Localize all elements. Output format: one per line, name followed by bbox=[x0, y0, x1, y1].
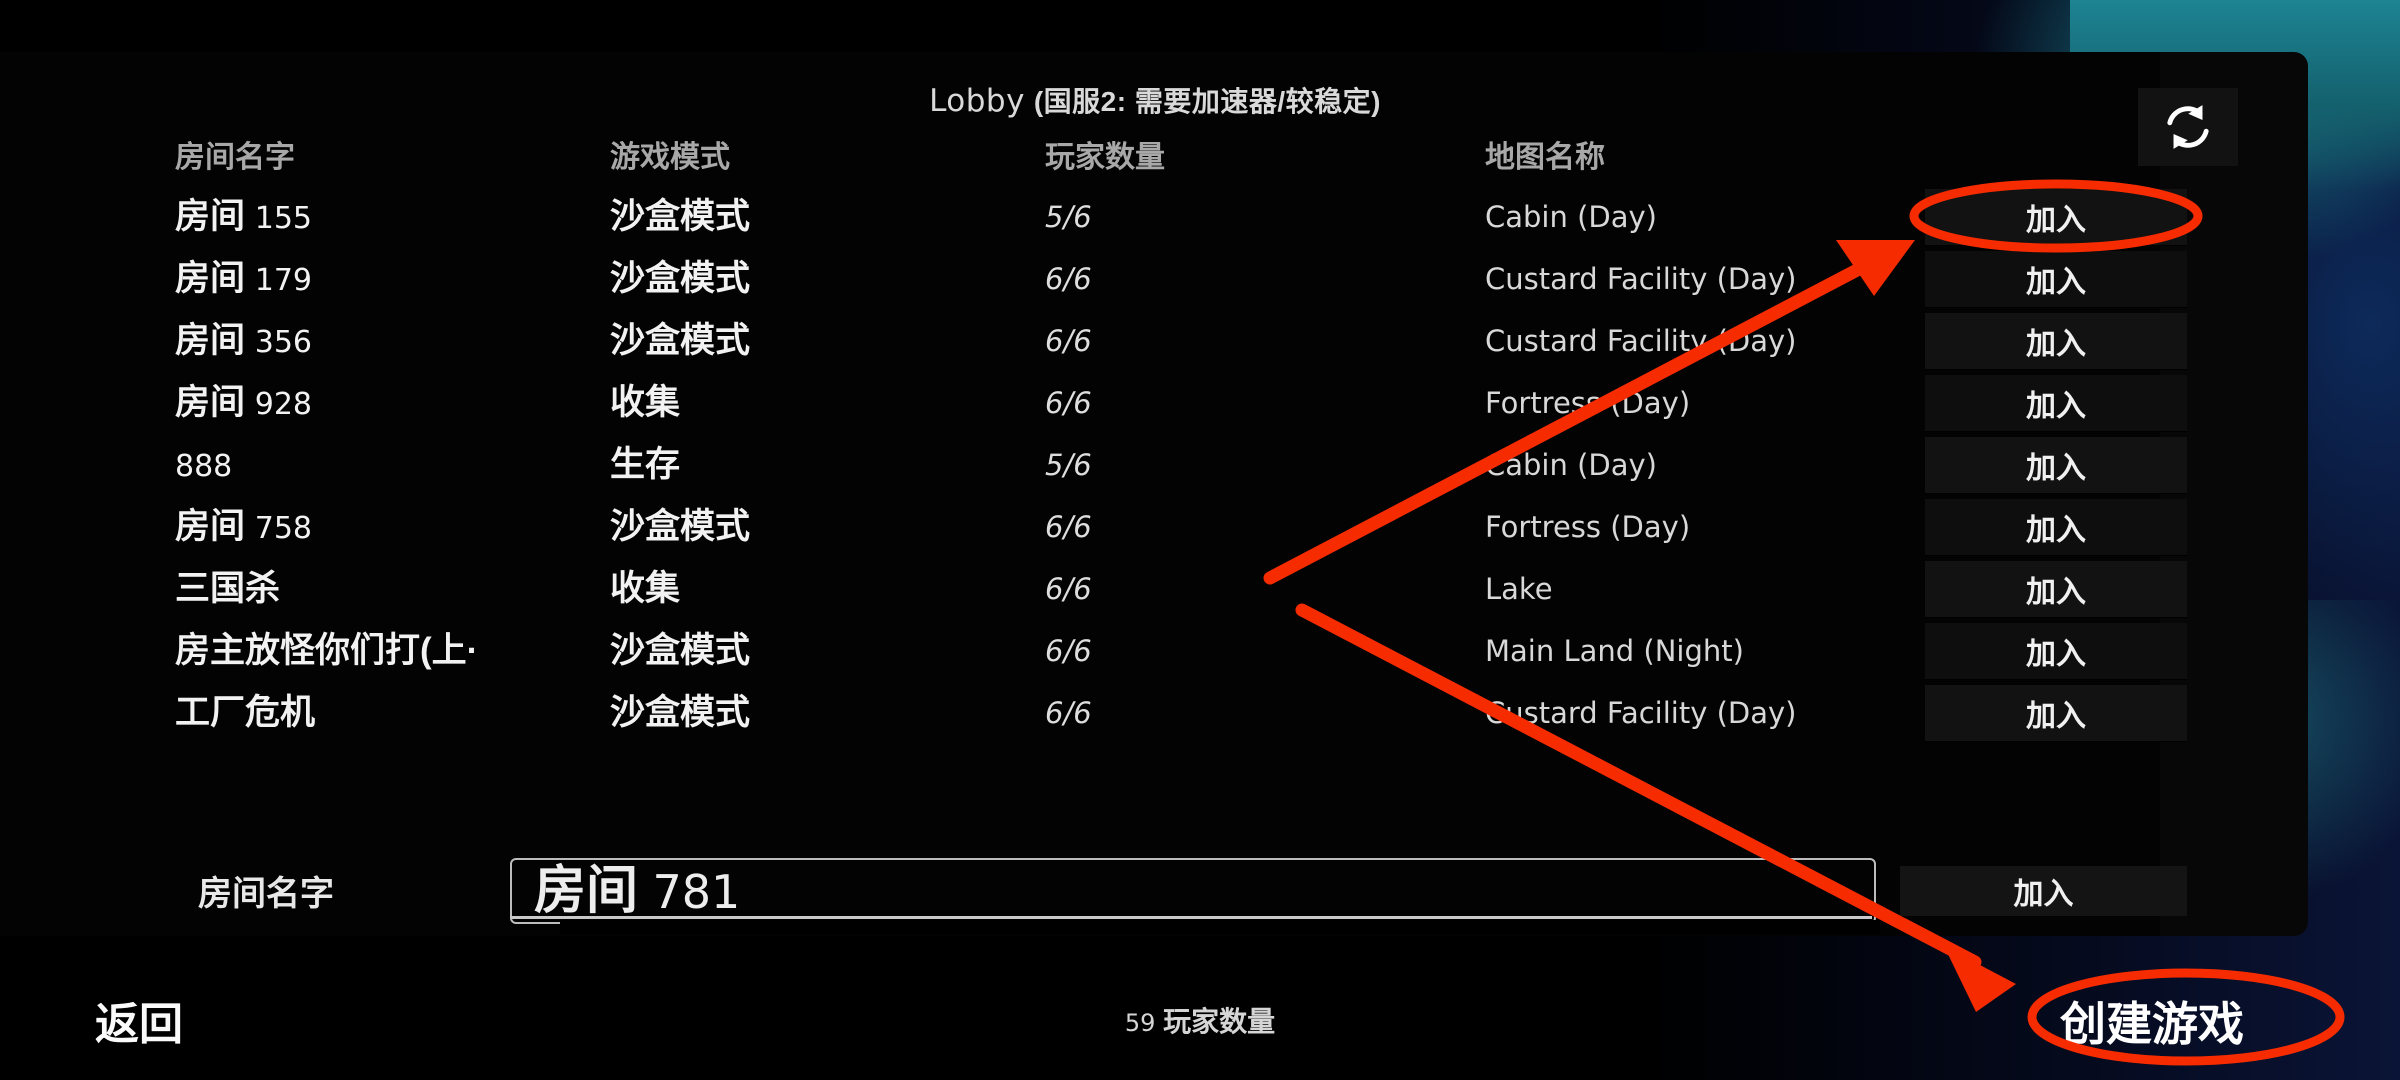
game-mode-cell: 沙盒模式 bbox=[610, 321, 751, 360]
room-name-value-number: 781 bbox=[652, 865, 741, 919]
column-header-player-count: 玩家数量 bbox=[1045, 141, 1165, 174]
room-name-cell: 房间 155 bbox=[175, 186, 595, 248]
game-mode-cell: 沙盒模式 bbox=[610, 259, 751, 298]
table-row: 房主放怪你们打(上· 沙盒模式 6/6 Main Land (Night) 加入 bbox=[0, 620, 2348, 682]
form-join-button[interactable]: 加入 bbox=[1900, 866, 2187, 916]
player-count-cell: 6/6 bbox=[1045, 386, 1092, 420]
table-row: 888 生存 5/6 Cabin (Day) 加入 bbox=[0, 434, 2348, 496]
game-mode-cell: 收集 bbox=[610, 569, 681, 608]
map-name-cell: Lake bbox=[1485, 572, 1553, 606]
table-row: 房间 179 沙盒模式 6/6 Custard Facility (Day) 加入 bbox=[0, 248, 2348, 310]
player-count-cell: 5/6 bbox=[1045, 200, 1092, 234]
map-name-cell: Cabin (Day) bbox=[1485, 200, 1657, 234]
room-name-prefix: 房主放怪你们打(上· bbox=[175, 631, 479, 670]
column-header-game-mode: 游戏模式 bbox=[610, 141, 730, 174]
column-header-room-name: 房间名字 bbox=[175, 141, 295, 174]
game-mode-cell: 沙盒模式 bbox=[610, 507, 751, 546]
create-game-button[interactable]: 创建游戏 bbox=[2060, 988, 2244, 1054]
room-name-number: 758 bbox=[254, 511, 313, 546]
join-button[interactable]: 加入 bbox=[1925, 437, 2187, 494]
room-name-prefix: 房间 bbox=[175, 321, 246, 360]
player-count-cell: 6/6 bbox=[1045, 572, 1092, 606]
room-name-prefix: 工厂危机 bbox=[175, 693, 316, 732]
table-row: 房间 928 收集 6/6 Fortress (Day) 加入 bbox=[0, 372, 2348, 434]
room-name-cell: 工厂危机 bbox=[175, 682, 595, 744]
map-name-cell: Custard Facility (Day) bbox=[1485, 262, 1797, 296]
room-name-cell: 房间 356 bbox=[175, 310, 595, 372]
room-list: 房间 155 沙盒模式 5/6 Cabin (Day) 加入 房间 179 沙盒模式 6/6 C… bbox=[0, 186, 2348, 744]
room-name-number: 928 bbox=[254, 387, 313, 422]
join-button[interactable]: 加入 bbox=[1925, 375, 2187, 432]
room-name-cell: 888 bbox=[175, 434, 595, 496]
map-name-cell: Custard Facility (Day) bbox=[1485, 324, 1797, 358]
map-name-cell: Fortress (Day) bbox=[1485, 510, 1691, 544]
map-name-cell: Custard Facility (Day) bbox=[1485, 696, 1797, 730]
join-button[interactable]: 加入 bbox=[1925, 685, 2187, 742]
map-name-cell: Cabin (Day) bbox=[1485, 448, 1657, 482]
player-total-label: 玩家数量 bbox=[1163, 1006, 1276, 1037]
join-button[interactable]: 加入 bbox=[1925, 189, 2187, 246]
map-name-cell: Main Land (Night) bbox=[1485, 634, 1744, 668]
room-name-number: 356 bbox=[254, 325, 313, 360]
room-name-prefix: 房间 bbox=[175, 383, 246, 422]
column-header-map-name: 地图名称 bbox=[1485, 141, 1605, 174]
room-name-label: 房间名字 bbox=[198, 875, 334, 913]
player-count-cell: 6/6 bbox=[1045, 324, 1092, 358]
room-name-cell: 房间 928 bbox=[175, 372, 595, 434]
table-row: 三国杀 收集 6/6 Lake 加入 bbox=[0, 558, 2348, 620]
room-name-input-mask bbox=[560, 920, 1880, 934]
join-button[interactable]: 加入 bbox=[1925, 623, 2187, 680]
page-title-cjk: (国服2: 需要加速器/较稳定) bbox=[1033, 86, 1381, 117]
table-row: 房间 758 沙盒模式 6/6 Fortress (Day) 加入 bbox=[0, 496, 2348, 558]
room-name-cell: 三国杀 bbox=[175, 558, 595, 620]
player-count-cell: 6/6 bbox=[1045, 634, 1092, 668]
room-name-number: 179 bbox=[254, 263, 313, 298]
player-count-cell: 6/6 bbox=[1045, 510, 1092, 544]
table-row: 房间 356 沙盒模式 6/6 Custard Facility (Day) 加入 bbox=[0, 310, 2348, 372]
room-name-input-value: 房间 781 bbox=[534, 848, 740, 923]
game-mode-cell: 生存 bbox=[610, 445, 681, 484]
room-name-prefix: 房间 bbox=[175, 197, 246, 236]
game-mode-cell: 沙盒模式 bbox=[610, 693, 751, 732]
room-name-cell: 房间 758 bbox=[175, 496, 595, 558]
room-name-number: 888 bbox=[175, 449, 233, 484]
room-name-cell: 房间 179 bbox=[175, 248, 595, 310]
game-mode-cell: 沙盒模式 bbox=[610, 197, 751, 236]
room-name-prefix: 三国杀 bbox=[175, 569, 281, 608]
page-title-latin: Lobby bbox=[929, 83, 1025, 119]
player-count-cell: 6/6 bbox=[1045, 262, 1092, 296]
room-name-prefix: 房间 bbox=[175, 259, 246, 298]
join-button[interactable]: 加入 bbox=[1925, 499, 2187, 556]
room-name-prefix: 房间 bbox=[175, 507, 246, 546]
player-count-cell: 6/6 bbox=[1045, 696, 1092, 730]
refresh-button[interactable] bbox=[2138, 88, 2238, 166]
join-button[interactable]: 加入 bbox=[1925, 313, 2187, 370]
game-mode-cell: 收集 bbox=[610, 383, 681, 422]
table-row: 房间 155 沙盒模式 5/6 Cabin (Day) 加入 bbox=[0, 186, 2348, 248]
room-name-number: 155 bbox=[254, 201, 313, 236]
room-name-cell: 房主放怪你们打(上· bbox=[175, 620, 595, 682]
join-button[interactable]: 加入 bbox=[1925, 251, 2187, 308]
player-total-status: 59 玩家数量 bbox=[0, 1000, 2400, 1040]
player-total-number: 59 bbox=[1124, 1009, 1156, 1037]
join-button[interactable]: 加入 bbox=[1925, 561, 2187, 618]
map-name-cell: Fortress (Day) bbox=[1485, 386, 1691, 420]
page-title: Lobby (国服2: 需要加速器/较稳定) bbox=[0, 80, 2310, 120]
room-name-value-prefix: 房间 bbox=[534, 862, 639, 920]
refresh-icon bbox=[2167, 105, 2209, 149]
player-count-cell: 5/6 bbox=[1045, 448, 1092, 482]
table-row: 工厂危机 沙盒模式 6/6 Custard Facility (Day) 加入 bbox=[0, 682, 2348, 744]
game-mode-cell: 沙盒模式 bbox=[610, 631, 751, 670]
